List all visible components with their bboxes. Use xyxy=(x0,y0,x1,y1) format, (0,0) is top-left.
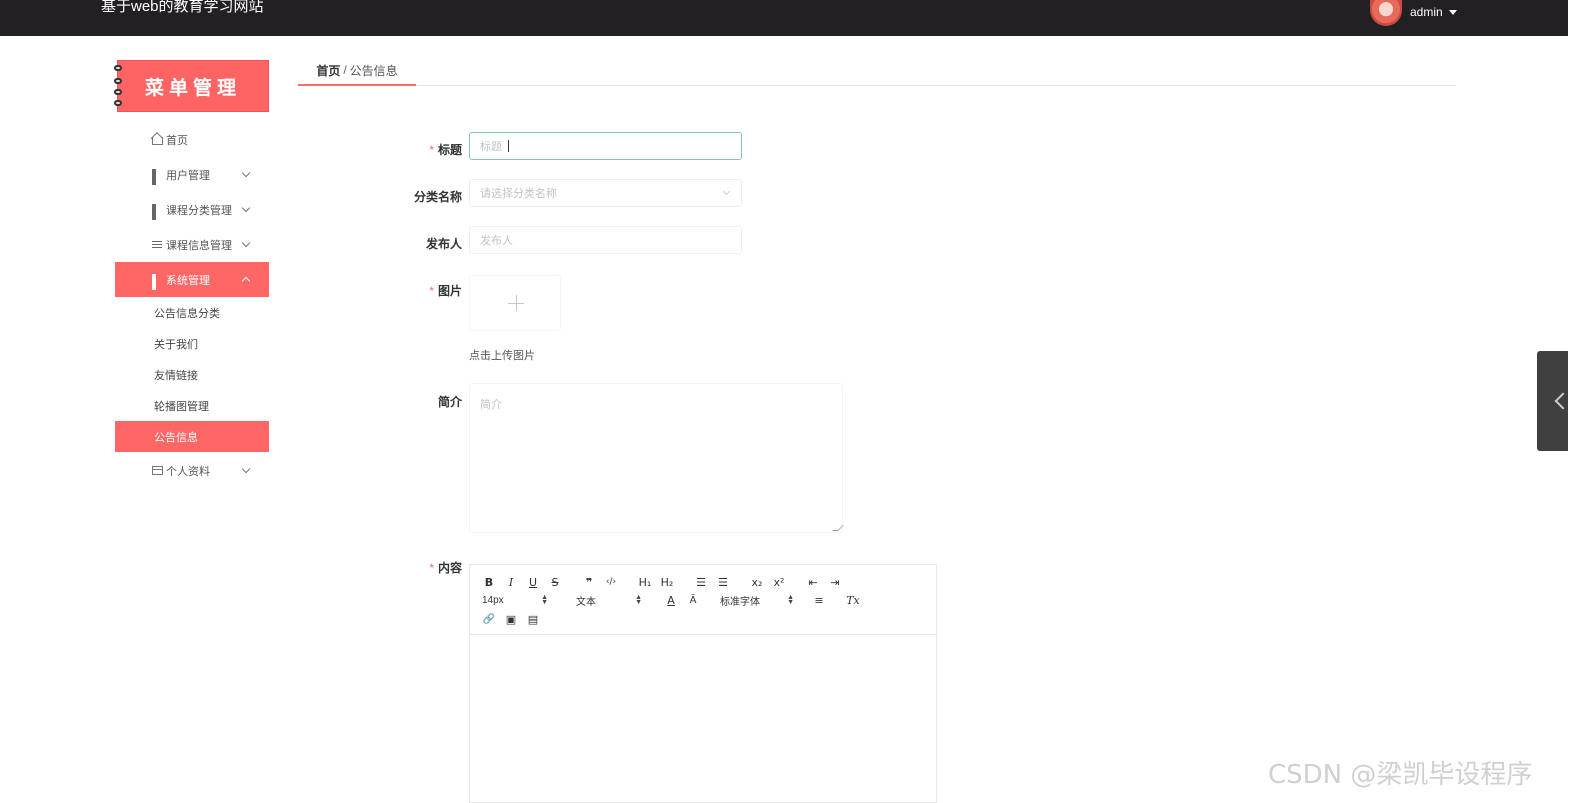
bold-icon[interactable]: B xyxy=(482,574,496,590)
side-panel-toggle[interactable] xyxy=(1537,351,1572,451)
subscript-icon[interactable]: x₂ xyxy=(750,574,764,590)
category-label: 分类名称 xyxy=(413,190,462,204)
updown-arrow-icon: ▲ ▼ xyxy=(635,594,642,606)
binder-ring-icon xyxy=(114,89,122,95)
grid-icon xyxy=(152,274,163,290)
updown-arrow-icon: ▲ ▼ xyxy=(541,594,548,606)
code-block-icon[interactable]: ‹/› xyxy=(604,574,618,590)
underline-icon[interactable]: U xyxy=(526,574,540,590)
chevron-down-icon xyxy=(241,168,251,178)
header-1-icon[interactable]: H₁ xyxy=(638,574,652,590)
sidebar-subitem-about-us[interactable]: 关于我们 xyxy=(115,328,269,359)
sidebar-nav: 首页 用户管理 课程分类管理 课程信息管理 系统管理 公告信息分类 关于我们 友… xyxy=(115,122,269,488)
sidebar-item-course-category[interactable]: 课程分类管理 xyxy=(115,192,269,227)
sidebar-item-label: 个人资料 xyxy=(166,465,210,478)
font-size-select[interactable]: 14px ▲ ▼ xyxy=(482,594,548,606)
sidebar-item-label: 用户管理 xyxy=(166,169,210,182)
watermark: CSDN @梁凯毕设程序 xyxy=(1268,760,1533,790)
grid-icon xyxy=(152,169,163,185)
link-icon[interactable]: 🔗 xyxy=(482,611,496,627)
rich-text-editor: B I U S ❞ ‹/› H₁ H₂ ☰ ☰ x₂ x² ⇤ ⇥ 14px ▲… xyxy=(469,564,937,803)
indent-icon[interactable]: ⇥ xyxy=(828,574,842,590)
required-mark: * xyxy=(429,284,434,298)
list-icon xyxy=(152,239,163,250)
home-icon xyxy=(152,137,163,145)
editor-toolbar: B I U S ❞ ‹/› H₁ H₂ ☰ ☰ x₂ x² ⇤ ⇥ 14px ▲… xyxy=(470,565,936,635)
breadcrumb-home[interactable]: 首页 xyxy=(316,62,340,79)
binder-ring-icon xyxy=(114,78,122,84)
publisher-input[interactable]: 发布人 xyxy=(469,226,742,254)
outdent-icon[interactable]: ⇤ xyxy=(806,574,820,590)
chevron-up-icon xyxy=(241,276,251,286)
sidebar-subitem-notice-category[interactable]: 公告信息分类 xyxy=(115,297,269,328)
caret-down-icon[interactable] xyxy=(1448,9,1457,15)
header-select[interactable]: 文本 ▲ ▼ xyxy=(576,593,642,608)
blockquote-icon[interactable]: ❞ xyxy=(582,574,596,590)
sidebar-subitem-carousel[interactable]: 轮播图管理 xyxy=(115,390,269,421)
site-title: 基于web的教育学习网站 xyxy=(101,0,264,15)
sidebar-item-label: 课程分类管理 xyxy=(166,204,232,217)
image-upload-area[interactable] xyxy=(469,275,561,331)
image-icon[interactable]: ▣ xyxy=(504,611,518,627)
bullet-list-icon[interactable]: ☰ xyxy=(716,574,730,590)
breadcrumb-separator: / xyxy=(343,63,347,77)
required-mark: * xyxy=(429,143,434,157)
background-color-icon[interactable]: Ā xyxy=(686,592,700,608)
title-input[interactable]: 标题 xyxy=(469,132,742,160)
category-select[interactable]: 请选择分类名称 xyxy=(469,179,742,207)
username[interactable]: admin xyxy=(1410,5,1443,19)
publisher-label: 发布人 xyxy=(425,237,462,251)
intro-label: 简介 xyxy=(437,395,462,409)
avatar[interactable] xyxy=(1370,0,1402,26)
top-bar: 基于web的教育学习网站 admin xyxy=(0,0,1568,36)
chevron-down-icon xyxy=(722,187,731,196)
resize-handle-icon[interactable] xyxy=(832,525,844,531)
text-cursor-icon xyxy=(508,140,509,152)
updown-arrow-icon: ▲ ▼ xyxy=(787,594,794,606)
sidebar-subitem-notice-info[interactable]: 公告信息 xyxy=(115,421,269,452)
chevron-down-icon xyxy=(241,464,251,474)
strikethrough-icon[interactable]: S xyxy=(548,574,562,590)
menu-logo: 菜单管理 xyxy=(114,60,269,112)
image-label: * 图片 xyxy=(429,284,462,298)
header-2-icon[interactable]: H₂ xyxy=(660,574,674,590)
grid-icon xyxy=(152,204,163,220)
sidebar-item-label: 系统管理 xyxy=(166,274,210,287)
align-icon[interactable]: ≡ xyxy=(812,592,826,608)
clear-format-icon[interactable]: Tx xyxy=(846,592,860,608)
breadcrumb-current: 公告信息 xyxy=(349,63,398,78)
title-label: * 标题 xyxy=(429,143,462,157)
sidebar-item-label: 首页 xyxy=(166,134,188,147)
superscript-icon[interactable]: x² xyxy=(772,574,786,590)
user-menu[interactable]: admin xyxy=(1370,0,1457,26)
editor-content-area[interactable] xyxy=(470,635,936,803)
chevron-left-icon xyxy=(1554,392,1572,410)
chevron-down-icon xyxy=(241,203,251,213)
menu-logo-text: 菜单管理 xyxy=(144,76,241,99)
binder-ring-icon xyxy=(114,65,122,71)
sidebar-item-home[interactable]: 首页 xyxy=(115,122,269,157)
sidebar-item-course-info[interactable]: 课程信息管理 xyxy=(115,227,269,262)
video-icon[interactable]: ▤ xyxy=(526,611,540,627)
sidebar-item-user-management[interactable]: 用户管理 xyxy=(115,157,269,192)
content-label: * 内容 xyxy=(429,561,462,575)
italic-icon[interactable]: I xyxy=(504,574,518,590)
upload-tip: 点击上传图片 xyxy=(469,350,535,362)
font-color-icon[interactable]: A xyxy=(664,592,678,608)
font-family-select[interactable]: 标准字体 ▲ ▼ xyxy=(720,593,794,608)
card-icon xyxy=(152,466,163,475)
sidebar-item-label: 课程信息管理 xyxy=(166,239,232,252)
sidebar-subitem-friend-links[interactable]: 友情链接 xyxy=(115,359,269,390)
sidebar-item-profile[interactable]: 个人资料 xyxy=(115,453,269,488)
breadcrumb: 首页 / 公告信息 xyxy=(298,56,416,86)
breadcrumb-divider xyxy=(416,85,1456,86)
binder-ring-icon xyxy=(114,100,122,106)
sidebar-item-system-management[interactable]: 系统管理 xyxy=(115,262,269,297)
intro-textarea[interactable]: 简介 xyxy=(469,383,844,533)
chevron-down-icon xyxy=(241,238,251,248)
ordered-list-icon[interactable]: ☰ xyxy=(694,574,708,590)
required-mark: * xyxy=(429,561,434,575)
